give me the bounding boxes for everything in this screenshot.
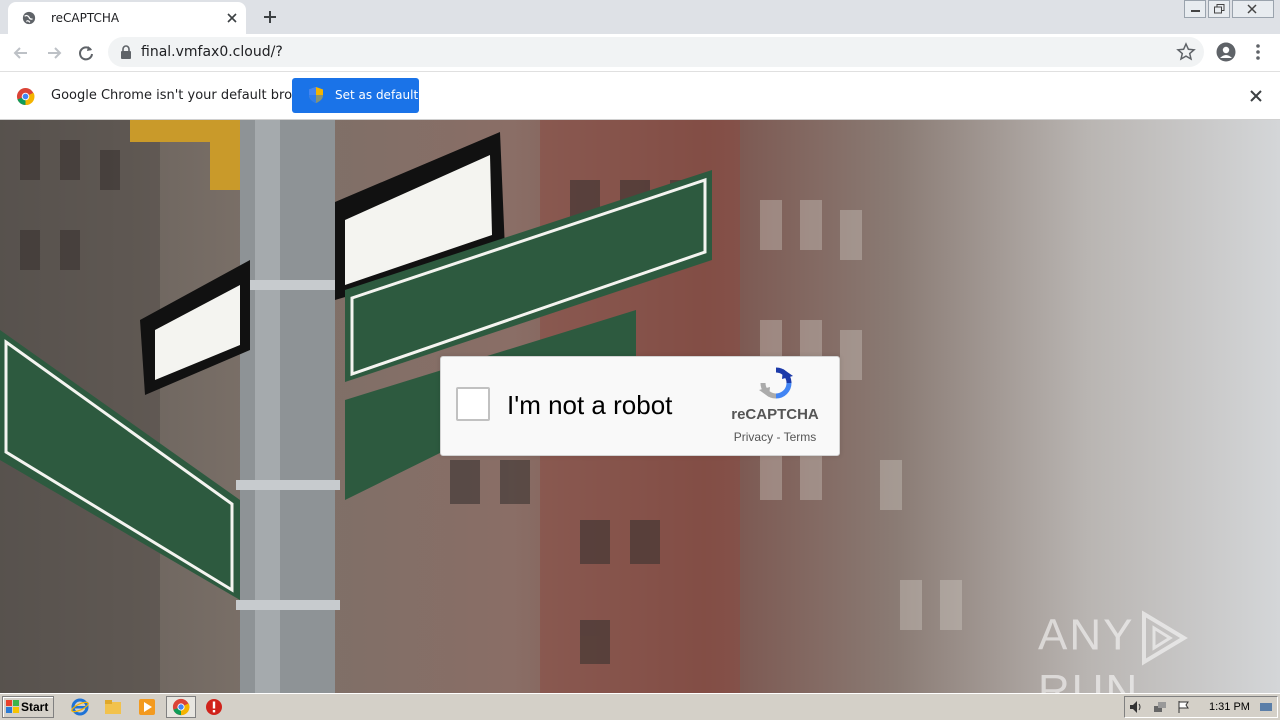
system-tray: 1:31 PM <box>1124 696 1278 718</box>
restore-button[interactable] <box>1208 0 1230 18</box>
watermark-left: ANY <box>1038 610 1135 660</box>
set-as-default-label: Set as default <box>335 88 419 102</box>
show-desktop-icon[interactable] <box>1259 700 1273 714</box>
recaptcha-widget: I'm not a robot reCAPTCHA Privacy - Term… <box>440 356 840 456</box>
start-button[interactable]: Start <box>2 696 54 718</box>
close-window-icon <box>1247 4 1257 14</box>
action-center-flag-icon[interactable] <box>1177 700 1191 714</box>
tab-strip: reCAPTCHA <box>0 0 1280 34</box>
new-tab-icon[interactable] <box>260 7 280 27</box>
infobar-message: Google Chrome isn't your default browser <box>51 88 323 103</box>
page-content: I'm not a robot reCAPTCHA Privacy - Term… <box>0 120 1280 693</box>
windows-taskbar: Start 1:31 PM <box>0 693 1280 720</box>
reload-icon[interactable] <box>75 42 97 64</box>
default-browser-infobar: Google Chrome isn't your default browser… <box>0 71 1280 120</box>
profile-avatar-icon[interactable] <box>1216 42 1236 62</box>
recaptcha-checkbox[interactable] <box>456 387 490 421</box>
recaptcha-brand: reCAPTCHA <box>731 406 819 423</box>
back-icon[interactable] <box>10 42 32 64</box>
watermark-right: RUN <box>1038 666 1140 693</box>
security-alert-icon[interactable] <box>205 698 223 716</box>
forward-icon[interactable] <box>43 42 65 64</box>
media-player-icon[interactable] <box>138 698 156 716</box>
close-tab-icon[interactable] <box>224 10 240 26</box>
volume-icon[interactable] <box>1129 700 1143 714</box>
chrome-logo-icon <box>16 87 35 106</box>
browser-toolbar: final.vmfax0.cloud/? <box>0 34 1280 71</box>
network-icon[interactable] <box>1153 700 1167 714</box>
privacy-link[interactable]: Privacy <box>734 430 773 444</box>
taskbar-clock[interactable]: 1:31 PM <box>1209 701 1250 713</box>
windows-flag-icon <box>6 700 19 713</box>
terms-link[interactable]: Terms <box>784 430 817 444</box>
set-as-default-button[interactable]: Set as default <box>292 78 419 113</box>
anyrun-watermark: ANY RUN <box>1038 610 1280 693</box>
restore-icon <box>1214 4 1225 14</box>
minimize-button[interactable] <box>1184 0 1206 18</box>
lock-icon[interactable] <box>120 45 132 59</box>
start-label: Start <box>21 700 49 714</box>
chrome-taskbar-button[interactable] <box>166 696 196 718</box>
chrome-icon <box>172 698 190 716</box>
close-window-button[interactable] <box>1232 0 1274 18</box>
url-text[interactable]: final.vmfax0.cloud/? <box>141 44 283 60</box>
globe-icon <box>22 11 36 25</box>
play-logo-icon <box>1142 610 1189 666</box>
uac-shield-icon <box>309 87 323 103</box>
tab-recaptcha[interactable]: reCAPTCHA <box>8 2 246 34</box>
bookmark-star-icon[interactable] <box>1176 42 1196 62</box>
kebab-menu-icon[interactable] <box>1252 42 1264 62</box>
internet-explorer-icon[interactable] <box>71 698 89 716</box>
folder-icon[interactable] <box>104 698 122 716</box>
close-infobar-icon[interactable] <box>1248 88 1264 104</box>
recaptcha-links: Privacy - Terms <box>719 430 831 444</box>
tab-title: reCAPTCHA <box>51 11 120 25</box>
recaptcha-label: I'm not a robot <box>507 390 673 420</box>
address-bar[interactable]: final.vmfax0.cloud/? <box>108 37 1204 67</box>
minimize-icon <box>1191 10 1200 12</box>
links-separator: - <box>773 430 784 444</box>
recaptcha-logo-icon <box>759 367 793 399</box>
